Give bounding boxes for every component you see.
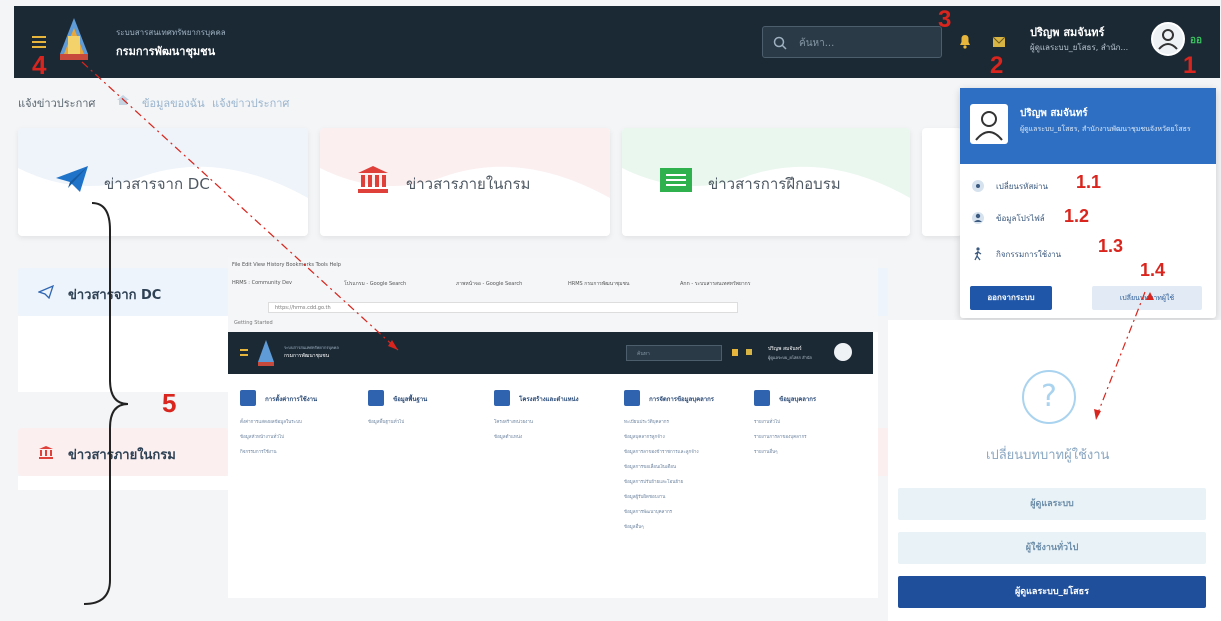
annotation-overlay xyxy=(81,61,1154,605)
annotation-label: 3 xyxy=(938,6,952,33)
annotation-label: 1.4 xyxy=(1140,260,1166,280)
annotation-label: 2 xyxy=(990,52,1004,79)
annotation-label: 4 xyxy=(32,50,47,80)
manual-screenshot: ระบบสารสนเทศทรัพยากรบุคคล กรมการพัฒนาชุม… xyxy=(0,0,1221,621)
annotation-label: 5 xyxy=(162,388,177,418)
annotation-label: 1 xyxy=(1183,52,1197,79)
annotation-label: 1.2 xyxy=(1064,206,1090,226)
annotation-label: 1.3 xyxy=(1098,236,1124,256)
annotation-label: 1.1 xyxy=(1076,172,1102,192)
